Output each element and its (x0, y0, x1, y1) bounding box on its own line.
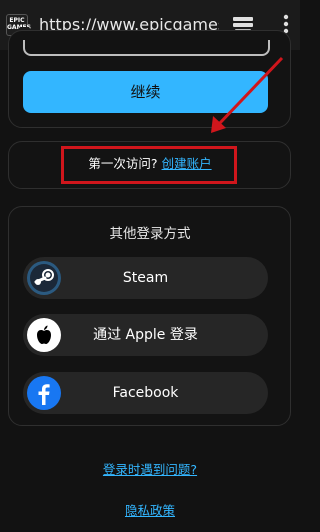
password-field[interactable] (23, 40, 270, 56)
login-help-link[interactable]: 登录时遇到问题? (0, 459, 300, 478)
continue-button[interactable]: 继续 (23, 71, 268, 113)
other-login-title: 其他登录方式 (109, 226, 191, 242)
steam-login-button[interactable]: Steam (23, 257, 268, 299)
privacy-policy-link[interactable]: 隐私政策 (0, 500, 300, 519)
facebook-login-button[interactable]: Facebook (23, 372, 268, 414)
facebook-label: Facebook (112, 385, 179, 401)
apple-label: 通过 Apple 登录 (93, 327, 198, 343)
annotation-highlight-box (61, 146, 237, 184)
steam-label: Steam (122, 270, 169, 286)
apple-login-button[interactable]: 通过 Apple 登录 (23, 314, 268, 356)
